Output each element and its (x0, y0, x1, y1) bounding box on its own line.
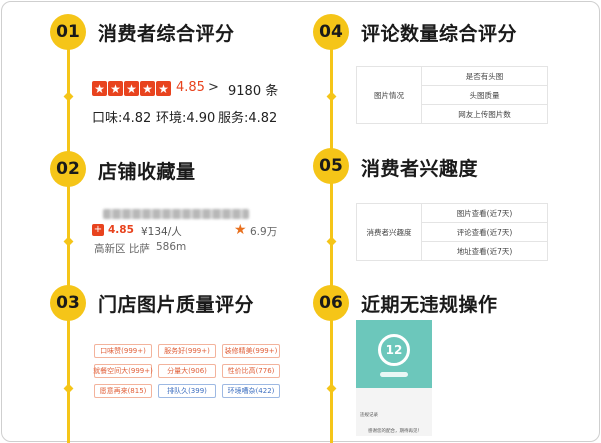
phone-line-2: 感谢您的配合，期待再见！ (368, 429, 422, 434)
tag-taste: 口味赞(999+) (94, 344, 152, 358)
section-number-03: 03 (50, 285, 86, 321)
section-number-04: 04 (313, 14, 349, 50)
tag-queue: 排队久(399) (158, 384, 216, 398)
table-cell: 是否有头图 (421, 66, 548, 86)
tag-return: 愿意再来(815) (94, 384, 152, 398)
review-count: 9180 条 (228, 84, 279, 99)
phone-line-1: 违规记录 (360, 413, 378, 418)
section-title-01: 消费者综合评分 (98, 23, 235, 45)
tag-noise: 环境嘈杂(422) (222, 384, 280, 398)
section-title-03: 门店图片质量评分 (98, 294, 255, 316)
countdown-ring: 12 (378, 334, 410, 366)
star-icon: ★ (124, 81, 139, 96)
tag-decor: 装修精美(999+) (222, 344, 280, 358)
tag-value: 性价比高(776) (222, 364, 280, 378)
table-left-label: 图片情况 (356, 66, 422, 124)
section-title-05: 消费者兴趣度 (361, 158, 479, 180)
table-cell: 地址查看(近7天) (421, 241, 548, 261)
section-title-04: 评论数量综合评分 (361, 23, 518, 45)
timeline-left (67, 18, 70, 443)
phone-screenshot: 12 违规记录 感谢您的配合，期待再见！ (356, 320, 432, 436)
shop-price: ¥134/人 (141, 226, 182, 238)
favorites-count: 6.9万 (250, 226, 278, 238)
section-number-05: 05 (313, 148, 349, 184)
chevron-right-icon[interactable]: > (208, 80, 219, 95)
table-cell: 网友上传图片数 (421, 104, 548, 124)
environment-score: 环境:4.90 (156, 111, 216, 126)
interest-table: 消费者兴趣度 图片查看(近7天) 评论查看(近7天) 地址查看(近7天) (356, 203, 548, 261)
table-cell: 评论查看(近7天) (421, 222, 548, 242)
shop-score: 4.85 (108, 224, 134, 236)
star-icon: ★ (234, 222, 247, 238)
taste-score: 口味:4.82 (92, 111, 152, 126)
table-cell: 图片查看(近7天) (421, 203, 548, 223)
section-number-06: 06 (313, 285, 349, 321)
table-left-label: 消费者兴趣度 (356, 203, 422, 261)
shop-district: 高新区 比萨 (94, 243, 150, 255)
star-icon: ★ (108, 81, 123, 96)
section-title-06: 近期无违规操作 (361, 294, 498, 316)
section-number-01: 01 (50, 14, 86, 50)
table-cell: 头图质量 (421, 85, 548, 105)
shop-distance: 586m (156, 241, 187, 253)
comment-score-table: 图片情况 是否有头图 头图质量 网友上传图片数 (356, 66, 548, 124)
rating-score: 4.85 (176, 80, 205, 95)
rating-stars: ★ ★ ★ ★ ★ (92, 81, 171, 96)
tag-portion: 分量大(906) (158, 364, 216, 378)
section-number-02: 02 (50, 151, 86, 187)
tag-service: 服务好(999+) (158, 344, 216, 358)
star-icon: ★ (92, 81, 107, 96)
section-title-02: 店铺收藏量 (98, 161, 196, 183)
shop-name-blurred (103, 209, 249, 219)
shop-logo-icon: + (92, 224, 104, 236)
tag-space: 就餐空间大(999+) (93, 364, 153, 378)
service-score: 服务:4.82 (218, 111, 278, 126)
timeline-right (330, 18, 333, 443)
star-icon: ★ (140, 81, 155, 96)
phone-bar (380, 372, 408, 377)
star-icon: ★ (156, 81, 171, 96)
